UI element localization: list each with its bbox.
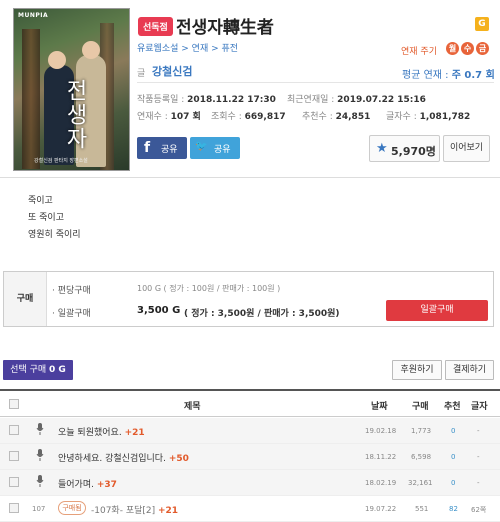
cycle-label: 연재 주기 bbox=[401, 47, 437, 57]
row-views: 6,598 bbox=[411, 453, 432, 461]
col-title: 제목 bbox=[184, 402, 201, 412]
row-date: 19.02.18 bbox=[365, 427, 397, 435]
category-breadcrumb[interactable]: 유료웹소설 > 연재 > 퓨전 bbox=[137, 41, 238, 54]
table-header: 제목 날짜 구매 추천 글자 bbox=[0, 389, 500, 417]
bulk-label: · 일괄구매 bbox=[52, 309, 91, 319]
recommend-count: 추천수 : 24,851 bbox=[302, 112, 371, 122]
row-chars: - bbox=[477, 479, 480, 487]
row-rec: 0 bbox=[451, 453, 456, 461]
row-rec: 0 bbox=[451, 479, 456, 487]
bulk-price-detail: ( 정가 : 3,500원 / 판매가 : 3,500원) bbox=[184, 309, 340, 319]
table-row[interactable]: 107 구매됨 -107화- 포달[2] +21 19.07.22 551 82… bbox=[0, 496, 500, 522]
novel-title: 전생자轉生者 bbox=[176, 18, 274, 38]
per-episode-price: 100 G ( 정가 : 100원 / 판매가 : 100원 ) bbox=[137, 284, 281, 293]
description-line: 영원히 죽이리 bbox=[28, 230, 81, 240]
row-views: 1,773 bbox=[411, 427, 432, 435]
view-count: 조회수 : 669,817 bbox=[211, 112, 286, 122]
book-cover[interactable]: MUNPIA 전생자 강철신검 판타지 장편소설 bbox=[13, 8, 130, 171]
row-chars: - bbox=[477, 427, 480, 435]
row-rec: 0 bbox=[451, 427, 456, 435]
favorite-button[interactable]: ★ 5,970명 bbox=[369, 135, 440, 162]
per-episode-label: · 편당구매 bbox=[52, 286, 91, 296]
table-row[interactable]: 오늘 퇴원했어요. +21 19.02.18 1,773 0 - bbox=[0, 418, 500, 444]
cycle-day-fri: 금 bbox=[476, 42, 489, 55]
bulk-purchase-button[interactable]: 일괄구매 bbox=[386, 300, 488, 321]
latest-date: 최근연재일 : 2019.07.22 15:16 bbox=[287, 95, 426, 105]
select-all-checkbox[interactable] bbox=[9, 399, 19, 409]
description-line: 또 죽이고 bbox=[28, 213, 64, 223]
col-chars: 글자 bbox=[471, 402, 488, 412]
table-row[interactable]: 안녕하세요. 강철신검입니다. +50 18.11.22 6,598 0 - bbox=[0, 444, 500, 470]
cycle-day-mon: 월 bbox=[446, 42, 459, 55]
purchase-label: 구매 bbox=[4, 272, 47, 326]
row-chars: 62쪽 bbox=[471, 506, 487, 514]
row-title[interactable]: -107화- 포달[2] +21 bbox=[91, 503, 178, 516]
row-checkbox[interactable] bbox=[9, 477, 19, 487]
exclusive-badge: 선독점 bbox=[138, 17, 173, 36]
favorite-count: 5,970명 bbox=[391, 145, 436, 158]
cycle-day-wed: 수 bbox=[461, 42, 474, 55]
episode-count: 연재수 : 107 회 bbox=[137, 112, 201, 122]
support-button[interactable]: 후원하기 bbox=[392, 360, 442, 380]
writer-link[interactable]: 강철신검 bbox=[152, 63, 192, 79]
twitter-share-button[interactable]: 🐦 공유 bbox=[190, 137, 240, 159]
row-rec: 82 bbox=[449, 505, 458, 513]
avg-posting: 평균 연재 : 주 0.7 회 bbox=[402, 70, 495, 81]
row-title[interactable]: 오늘 퇴원했어요. +21 bbox=[58, 425, 145, 438]
notice-icon bbox=[36, 423, 44, 435]
row-checkbox[interactable] bbox=[9, 451, 19, 461]
row-views: 32,161 bbox=[408, 479, 433, 487]
row-views: 551 bbox=[415, 505, 429, 513]
continue-reading-button[interactable]: 이어보기 bbox=[443, 135, 490, 162]
row-checkbox[interactable] bbox=[9, 503, 19, 513]
char-count: 글자수 : 1,081,782 bbox=[386, 112, 471, 122]
created-date: 작품등록일 : 2018.11.22 17:30 bbox=[137, 95, 276, 105]
purchased-badge: 구매됨 bbox=[58, 501, 86, 515]
row-date: 18.02.19 bbox=[365, 479, 397, 487]
bulk-price: 3,500 G bbox=[137, 305, 181, 316]
col-buy: 구매 bbox=[412, 402, 429, 412]
star-icon: ★ bbox=[376, 141, 388, 156]
row-title[interactable]: 들어가며. +37 bbox=[58, 477, 117, 490]
row-date: 18.11.22 bbox=[365, 453, 397, 461]
select-purchase-button[interactable]: 선택 구매 0 G bbox=[3, 360, 73, 380]
divider bbox=[0, 177, 500, 178]
notice-icon bbox=[36, 449, 44, 461]
writer-label: 글 bbox=[137, 69, 146, 79]
divider bbox=[137, 82, 494, 83]
facebook-share-button[interactable]: f 공유 bbox=[137, 137, 187, 159]
cover-publisher: MUNPIA bbox=[18, 12, 49, 19]
pay-button[interactable]: 결제하기 bbox=[445, 360, 494, 380]
col-date: 날짜 bbox=[371, 402, 388, 412]
twitter-icon: 🐦 bbox=[195, 141, 208, 152]
cover-title: 전생자 bbox=[62, 79, 87, 151]
row-title[interactable]: 안녕하세요. 강철신검입니다. +50 bbox=[58, 451, 189, 464]
row-date: 19.07.22 bbox=[365, 505, 397, 513]
facebook-icon: f bbox=[144, 140, 151, 156]
col-recommend: 추천 bbox=[444, 402, 461, 412]
row-chars: - bbox=[477, 453, 480, 461]
description-line: 죽이고 bbox=[28, 196, 53, 206]
row-number: 107 bbox=[32, 505, 46, 513]
row-checkbox[interactable] bbox=[9, 425, 19, 435]
notice-icon bbox=[36, 475, 44, 487]
cover-subtitle: 강철신검 판타지 장편소설 bbox=[34, 158, 88, 164]
grade-badge: G bbox=[475, 17, 489, 31]
table-row[interactable]: 들어가며. +37 18.02.19 32,161 0 - bbox=[0, 470, 500, 496]
